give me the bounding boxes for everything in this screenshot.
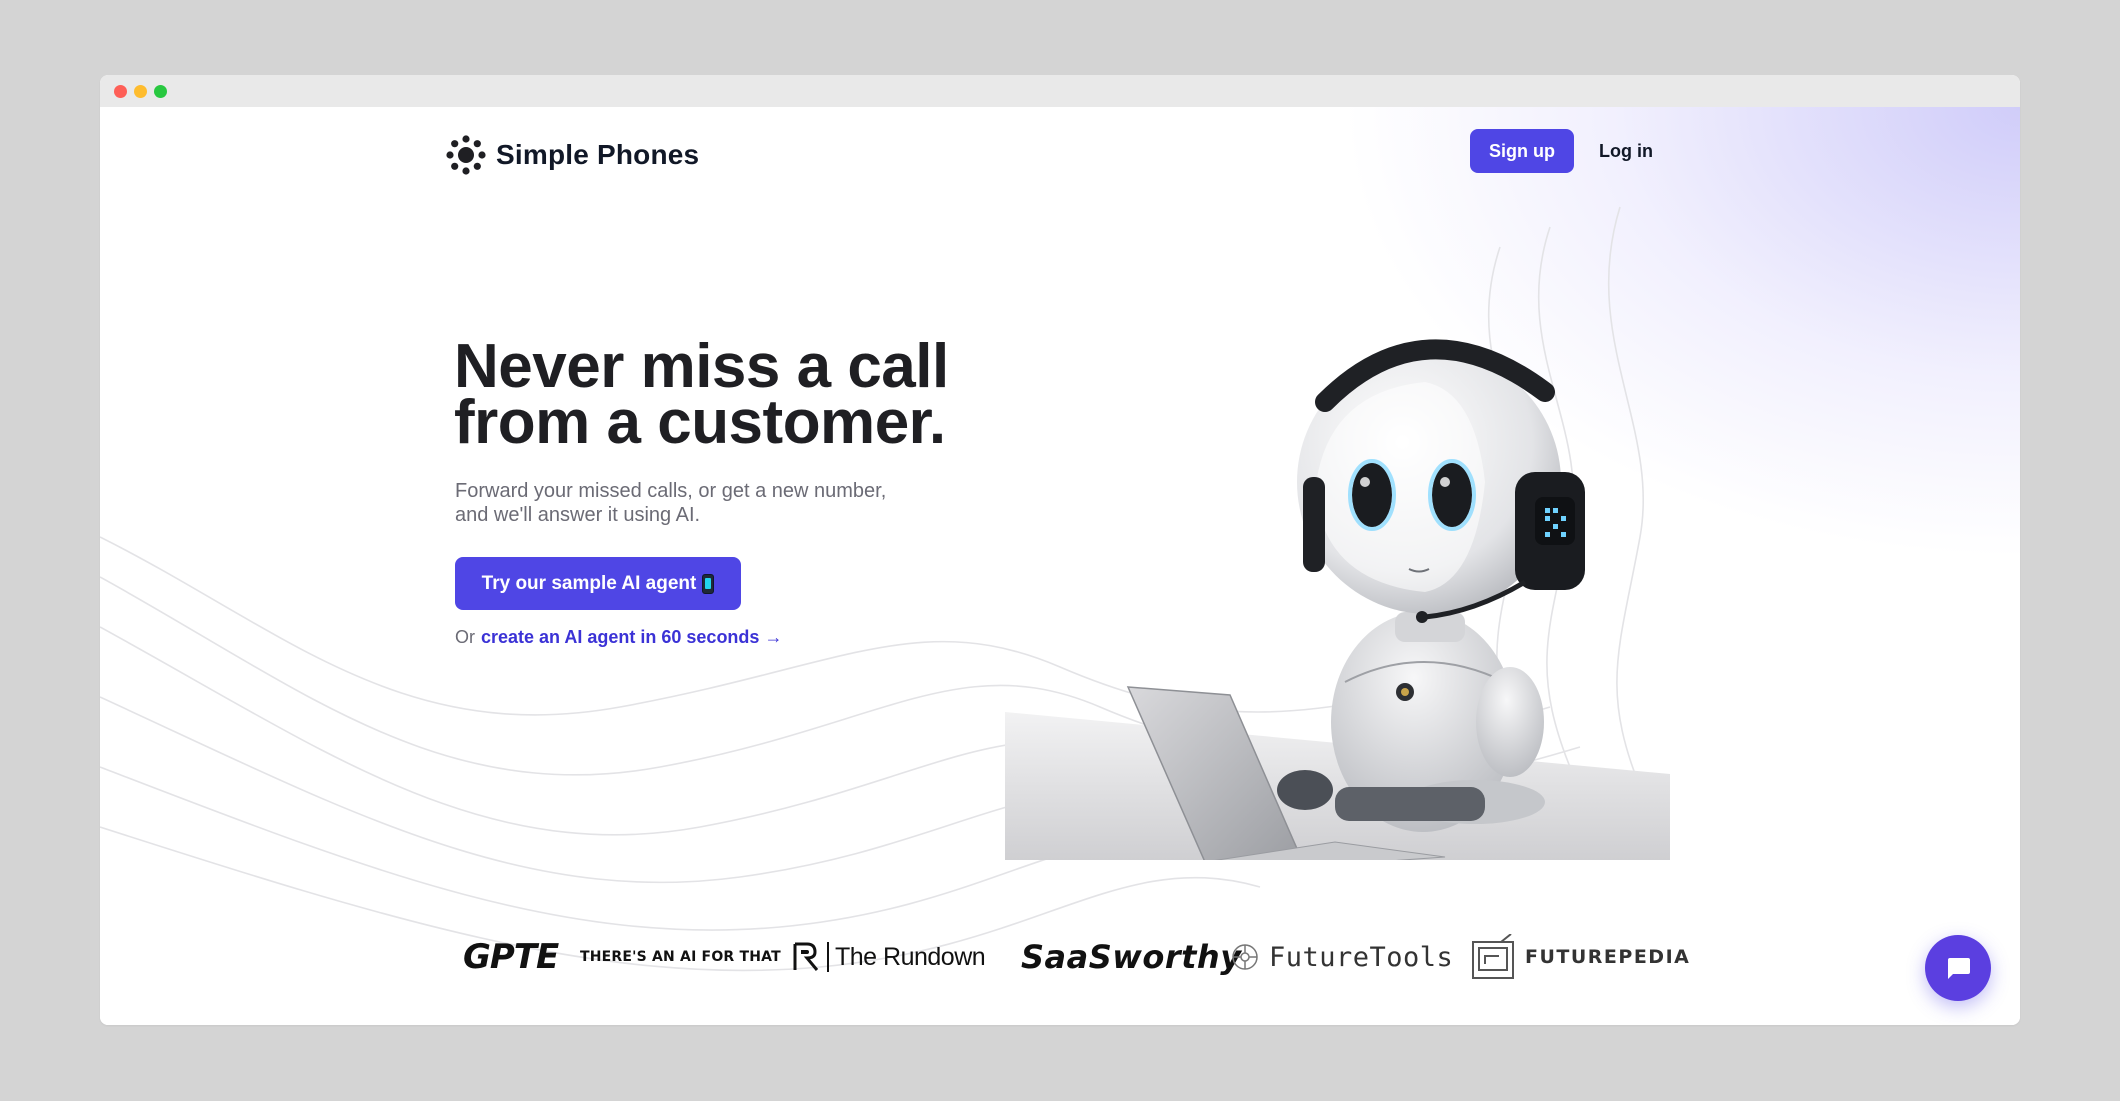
chat-widget-button[interactable] — [1925, 935, 1991, 1001]
logo-saasworthy: SaaSworthy — [1021, 938, 1242, 976]
window-titlebar — [100, 75, 2020, 107]
maximize-window-button[interactable] — [154, 85, 167, 98]
browser-window: Simple Phones Sign up Log in Never miss … — [100, 75, 2020, 1025]
mobile-phone-icon — [702, 573, 715, 594]
login-link[interactable]: Log in — [1588, 129, 1664, 173]
rundown-separator — [827, 942, 829, 972]
hero-subtitle: Forward your missed calls, or get a new … — [455, 479, 975, 527]
page-viewport: Simple Phones Sign up Log in Never miss … — [100, 107, 2020, 1025]
robot-illustration — [1005, 339, 1670, 860]
create-agent-link[interactable]: create an AI agent in 60 seconds → — [481, 627, 782, 648]
logo-futurepedia: FUTUREPEDIA — [1471, 927, 1690, 987]
futurepedia-text: FUTUREPEDIA — [1525, 946, 1691, 968]
press-logos-row: GPTE THERE'S AN AI FOR THAT The Rundown … — [455, 927, 1689, 987]
hero-title: Never miss a call from a customer. — [454, 336, 1074, 454]
rundown-mark-icon — [793, 942, 819, 971]
signup-button[interactable]: Sign up — [1470, 129, 1574, 173]
create-agent-line: Or create an AI agent in 60 seconds → — [455, 627, 782, 648]
logo-gpte: GPTE — [463, 937, 559, 977]
futuretools-mark-icon — [1232, 944, 1258, 970]
sunburst-logo-icon — [446, 135, 486, 175]
logo-the-rundown: The Rundown — [793, 927, 986, 987]
futurepedia-mark-icon — [1472, 934, 1514, 979]
close-window-button[interactable] — [114, 85, 127, 98]
hero-subtitle-line2: and we'll answer it using AI. — [455, 504, 701, 526]
hero-subtitle-line1: Forward your missed calls, or get a new … — [455, 480, 887, 502]
brand-logo[interactable]: Simple Phones — [446, 133, 699, 177]
logo-theres-an-ai-for-that: THERE'S AN AI FOR THAT — [580, 949, 781, 965]
hero-title-line2: from a customer. — [454, 388, 946, 457]
logo-futuretools: FutureTools — [1231, 927, 1453, 987]
chat-bubble-icon — [1948, 958, 1970, 979]
minimize-window-button[interactable] — [134, 85, 147, 98]
try-sample-agent-button[interactable]: Try our sample AI agent — [455, 557, 741, 610]
cta-label: Try our sample AI agent — [481, 572, 697, 594]
futuretools-text: FutureTools — [1269, 941, 1454, 973]
alt-prefix: Or — [455, 627, 475, 647]
brand-name: Simple Phones — [496, 139, 700, 170]
rundown-text: The Rundown — [835, 942, 986, 971]
